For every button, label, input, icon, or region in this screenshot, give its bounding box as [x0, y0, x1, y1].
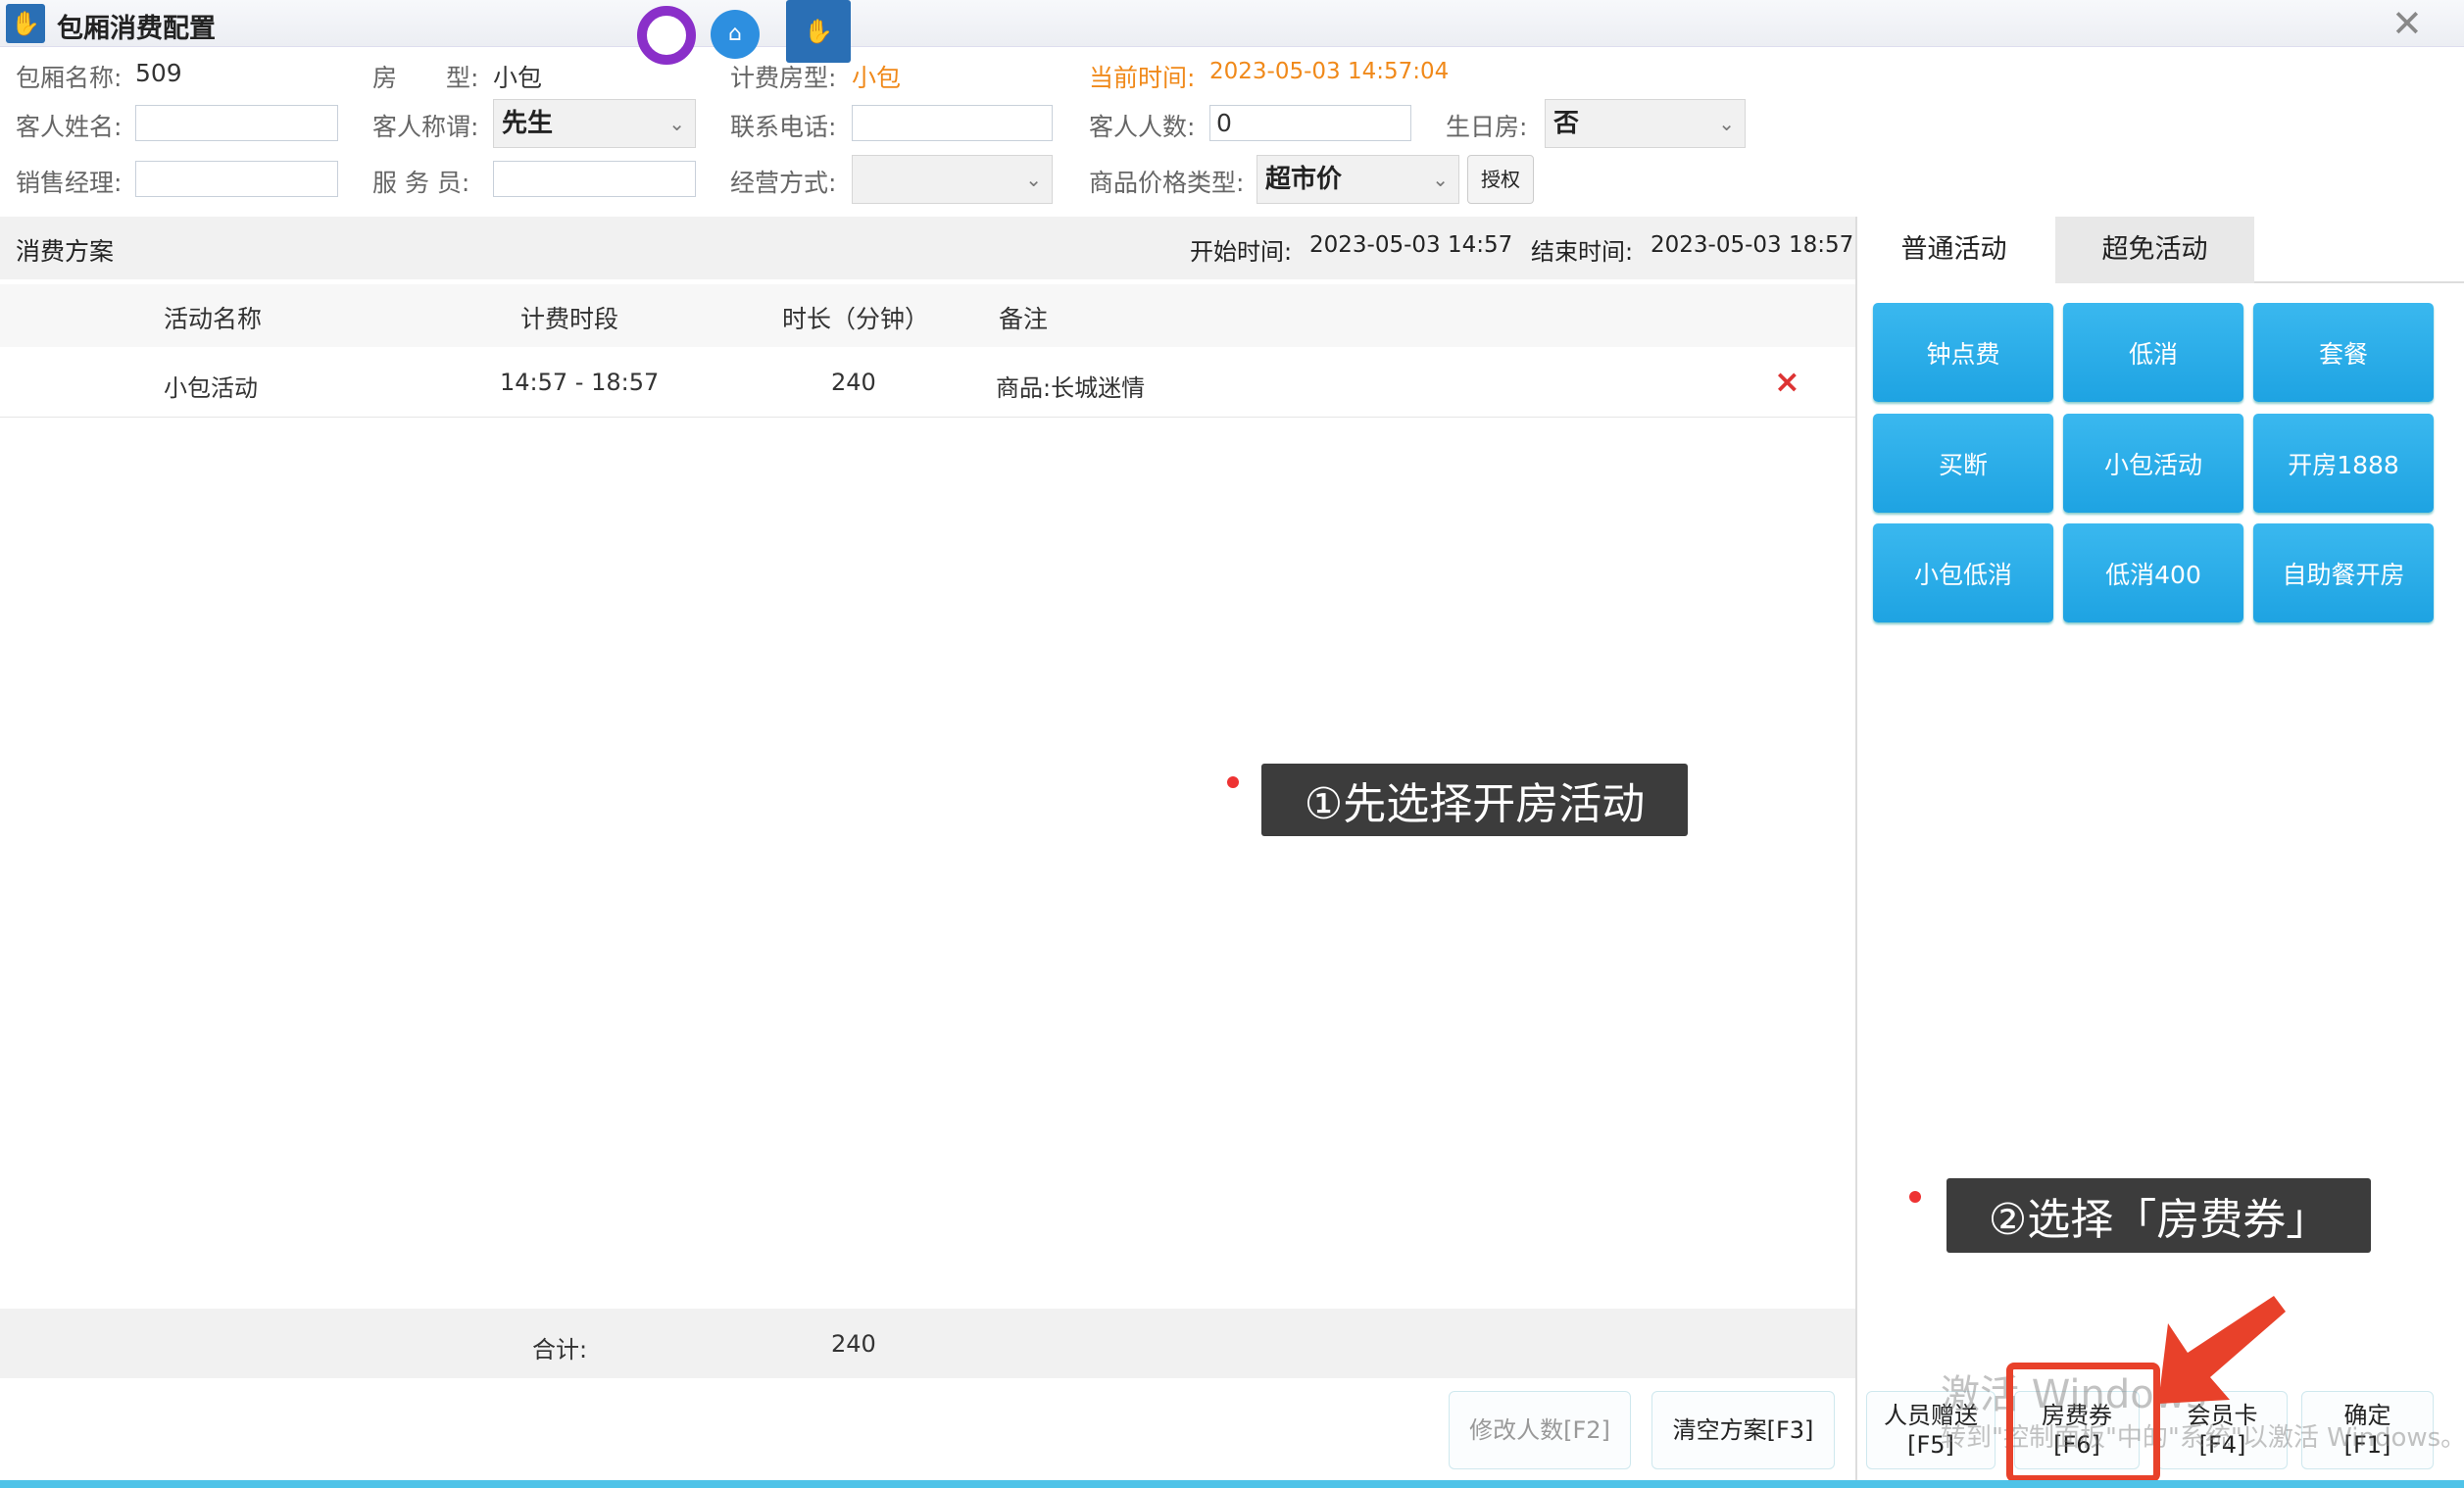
- annotation-dot: [1227, 776, 1239, 788]
- price-type-select[interactable]: 超市价 ⌄: [1257, 155, 1459, 204]
- edit-guest-count-button[interactable]: 修改人数[F2]: [1449, 1391, 1631, 1469]
- sales-manager-label: 销售经理:: [16, 169, 123, 197]
- guest-name-label: 客人姓名:: [16, 113, 123, 141]
- total-row: 合计: 240: [0, 1309, 1855, 1378]
- app-shortcut-icon[interactable]: ✋: [786, 0, 851, 63]
- authorize-button[interactable]: 授权: [1467, 155, 1534, 204]
- activity-button[interactable]: 自助餐开房: [2253, 523, 2434, 622]
- current-time-label: 当前时间:: [1089, 64, 1196, 92]
- tab-normal-activity[interactable]: 普通活动: [1857, 217, 2050, 283]
- activity-button[interactable]: 钟点费: [1873, 303, 2053, 402]
- spiral-app-icon[interactable]: [637, 6, 696, 65]
- chevron-down-icon: ⌄: [1025, 168, 1042, 191]
- annotation-step2: ②选择「房费券」: [1947, 1178, 2371, 1253]
- guest-count-label: 客人人数:: [1089, 113, 1196, 141]
- total-label: 合计:: [532, 1336, 588, 1364]
- room-name-value: 509: [135, 59, 182, 87]
- title-label: 客人称谓:: [372, 113, 479, 141]
- birthday-label: 生日房:: [1446, 113, 1528, 141]
- title-select-value: 先生: [502, 109, 554, 138]
- chevron-down-icon: ⌄: [1718, 112, 1735, 135]
- home-icon[interactable]: ⌂: [711, 10, 760, 59]
- pointer-arrow-icon: [2158, 1296, 2286, 1404]
- tab-underline: [2254, 281, 2464, 283]
- room-type-label: 房 型:: [372, 64, 479, 92]
- duration: 240: [831, 369, 876, 396]
- note: 商品:长城迷情: [996, 374, 1146, 402]
- billing-type-value: 小包: [852, 64, 902, 92]
- phone-input[interactable]: [852, 105, 1053, 141]
- column-header: 时长（分钟）: [782, 305, 930, 333]
- window-bottom-border: [0, 1480, 2464, 1488]
- clear-plan-button[interactable]: 清空方案[F3]: [1651, 1391, 1835, 1469]
- start-time-label: 开始时间:: [1190, 238, 1293, 266]
- column-header: 备注: [999, 305, 1049, 333]
- column-header: 计费时段: [520, 305, 619, 333]
- title-bar: ✋ 包厢消费配置 ⌂ ✋ ✕: [0, 0, 2464, 65]
- mode-label: 经营方式:: [730, 169, 837, 197]
- price-type-label: 商品价格类型:: [1089, 169, 1245, 197]
- mode-select[interactable]: ⌄: [852, 155, 1053, 204]
- phone-label: 联系电话:: [730, 113, 837, 141]
- table-header: 活动名称 计费时段 时长（分钟） 备注: [0, 284, 1855, 347]
- chevron-down-icon: ⌄: [1432, 168, 1449, 191]
- plan-title: 消费方案: [16, 237, 115, 266]
- close-button[interactable]: ✕: [2391, 2, 2423, 45]
- end-time-label: 结束时间:: [1531, 238, 1634, 266]
- chevron-down-icon: ⌄: [668, 112, 685, 135]
- delete-row-icon[interactable]: ×: [1774, 363, 1800, 400]
- activity-name: 小包活动: [164, 374, 258, 402]
- birthday-select[interactable]: 否 ⌄: [1545, 99, 1746, 148]
- activity-button[interactable]: 低消: [2063, 303, 2243, 402]
- activity-button[interactable]: 开房1888: [2253, 414, 2434, 513]
- sales-manager-input[interactable]: [135, 161, 338, 197]
- start-time-value: 2023-05-03 14:57: [1309, 232, 1513, 258]
- activity-button[interactable]: 买断: [1873, 414, 2053, 513]
- birthday-select-value: 否: [1553, 109, 1580, 138]
- activity-button[interactable]: 小包低消: [1873, 523, 2053, 622]
- title-select[interactable]: 先生 ⌄: [493, 99, 696, 148]
- app-logo-icon: ✋: [6, 4, 45, 43]
- end-time-value: 2023-05-03 18:57: [1651, 232, 1854, 258]
- activity-button[interactable]: 套餐: [2253, 303, 2434, 402]
- billing-period: 14:57 - 18:57: [500, 369, 660, 396]
- billing-type-label: 计费房型:: [730, 64, 837, 92]
- room-type-value: 小包: [493, 64, 543, 92]
- total-value: 240: [831, 1330, 876, 1358]
- room-name-label: 包厢名称:: [16, 64, 123, 92]
- price-type-select-value: 超市价: [1265, 165, 1343, 194]
- activity-button[interactable]: 低消400: [2063, 523, 2243, 622]
- guest-name-input[interactable]: [135, 105, 338, 141]
- annotation-dot: [1909, 1191, 1921, 1203]
- activity-button[interactable]: 小包活动: [2063, 414, 2243, 513]
- panel-divider: [1855, 217, 1857, 1480]
- column-header: 活动名称: [164, 305, 263, 333]
- waiter-label: 服 务 员:: [372, 169, 470, 197]
- table-row[interactable]: 小包活动 14:57 - 18:57 240 商品:长城迷情 ×: [0, 349, 1855, 418]
- guest-count-input[interactable]: 0: [1209, 105, 1411, 141]
- annotation-step1: ①先选择开房活动: [1261, 764, 1688, 836]
- window-title: 包厢消费配置: [57, 14, 216, 44]
- waiter-input[interactable]: [493, 161, 696, 197]
- tab-free-activity[interactable]: 超免活动: [2055, 217, 2254, 283]
- plan-header: 消费方案 开始时间: 2023-05-03 14:57 结束时间: 2023-0…: [0, 217, 1855, 279]
- current-time-value: 2023-05-03 14:57:04: [1209, 59, 1450, 84]
